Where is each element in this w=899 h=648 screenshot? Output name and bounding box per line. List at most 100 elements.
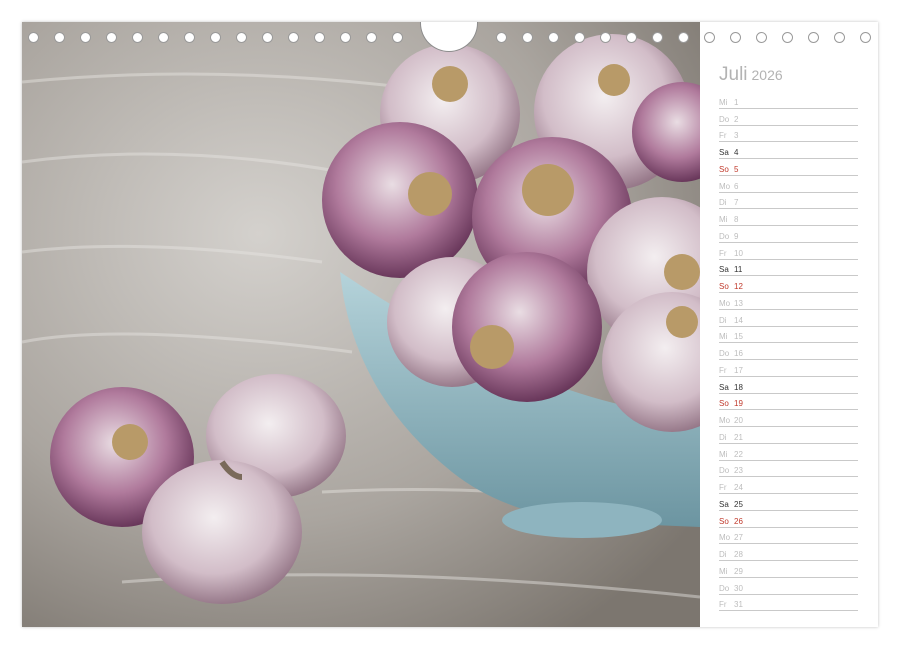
day-row: Mi 1 [719,92,858,109]
day-number: 23 [734,466,743,476]
weekday-label: Di [719,198,727,208]
day-row: Mi 8 [719,209,858,226]
day-number: 4 [734,148,739,157]
day-number: 9 [734,231,739,241]
day-number: 13 [734,298,743,308]
binding-ring-icon [574,32,585,43]
day-number: 8 [734,215,739,224]
binding-ring-icon [678,32,689,43]
weekday-label: Sa [719,499,729,509]
calendar-sidebar: Juli 2026 Mi 1 Do 2 Fr 3 Sa 4 So 5 Mo 6 Di 7 Mi 8 Do 9 Fr 10… [700,22,878,627]
binding-ring-icon [28,32,39,43]
day-row: Di 21 [719,427,858,444]
weekday-label: So [719,282,729,291]
day-row: Fr 3 [719,126,858,143]
binding-ring-icon [704,32,715,43]
day-row: So 12 [719,276,858,293]
binding-ring-icon [860,32,871,43]
day-row: Fr 24 [719,477,858,494]
weekday-label: So [719,516,729,526]
weekday-label: Sa [719,265,729,275]
day-number: 24 [734,483,743,492]
weekday-label: Di [719,550,727,559]
weekday-label: Do [719,349,730,358]
weekday-label: So [719,164,729,174]
day-number: 20 [734,416,743,425]
day-number: 3 [734,131,739,141]
day-row: Do 9 [719,226,858,243]
binding-ring-icon [340,32,351,43]
day-row: Mi 22 [719,444,858,461]
weekday-label: Do [719,114,730,124]
binding-ring-icon [652,32,663,43]
day-row: Mo 20 [719,410,858,427]
binding-ring-icon [54,32,65,43]
binding-ring-icon [262,32,273,43]
day-number: 18 [734,382,743,392]
weekday-label: Mo [719,533,731,543]
day-row: Sa 11 [719,260,858,277]
day-number: 11 [734,265,743,275]
day-number: 30 [734,583,743,593]
binding-ring-icon [548,32,559,43]
weekday-label: Mo [719,416,731,425]
binding-ring-icon [496,32,507,43]
day-number: 17 [734,365,743,375]
binding-ring-icon [366,32,377,43]
binding-ring-icon [392,32,403,43]
day-number: 31 [734,600,743,610]
day-row: Fr 31 [719,595,858,612]
day-row: Mi 15 [719,327,858,344]
day-number: 7 [734,198,739,208]
weekday-label: Di [719,432,727,442]
day-row: Mo 6 [719,176,858,193]
binding-ring-icon [600,32,611,43]
weekday-label: Di [719,315,727,325]
day-list: Mi 1 Do 2 Fr 3 Sa 4 So 5 Mo 6 Di 7 Mi 8 Do 9 Fr 10 Sa 11 So 12 M… [719,92,858,612]
month-name: Juli [719,64,748,85]
day-number: 27 [734,533,743,543]
day-number: 12 [734,282,743,291]
binding-ring-icon [236,32,247,43]
day-row: Do 30 [719,578,858,595]
month-title: Juli 2026 [719,64,783,86]
weekday-label: Fr [719,131,727,141]
weekday-label: Fr [719,483,727,492]
year-label: 2026 [751,67,783,83]
binding-ring-icon [782,32,793,43]
day-number: 15 [734,332,743,342]
day-row: So 5 [719,159,858,176]
calendar-page: Juli 2026 Mi 1 Do 2 Fr 3 Sa 4 So 5 Mo 6 Di 7 Mi 8 Do 9 Fr 10… [22,22,878,627]
weekday-label: Do [719,466,730,476]
weekday-label: Fr [719,248,727,258]
weekday-label: Mo [719,181,731,191]
day-number: 22 [734,449,743,459]
day-number: 19 [734,399,743,409]
binding-ring-icon [808,32,819,43]
binding-ring-icon [132,32,143,43]
garlic-photo [22,22,700,627]
weekday-label: Mi [719,215,728,224]
day-number: 6 [734,181,739,191]
weekday-label: Fr [719,600,727,610]
day-row: Fr 17 [719,360,858,377]
weekday-label: Mi [719,332,728,342]
day-row: Fr 10 [719,243,858,260]
day-number: 21 [734,432,743,442]
binding-ring-icon [522,32,533,43]
weekday-label: Mo [719,298,731,308]
day-row: Mo 13 [719,293,858,310]
binding-ring-icon [184,32,195,43]
day-number: 29 [734,566,743,576]
weekday-label: Mi [719,97,728,107]
day-number: 28 [734,550,743,559]
weekday-label: Do [719,583,730,593]
weekday-label: Mi [719,449,728,459]
weekday-label: Mi [719,566,728,576]
binding-ring-icon [756,32,767,43]
weekday-label: So [719,399,729,409]
weekday-label: Fr [719,365,727,375]
binding-ring-icon [288,32,299,43]
binding-ring-icon [106,32,117,43]
day-number: 10 [734,248,743,258]
